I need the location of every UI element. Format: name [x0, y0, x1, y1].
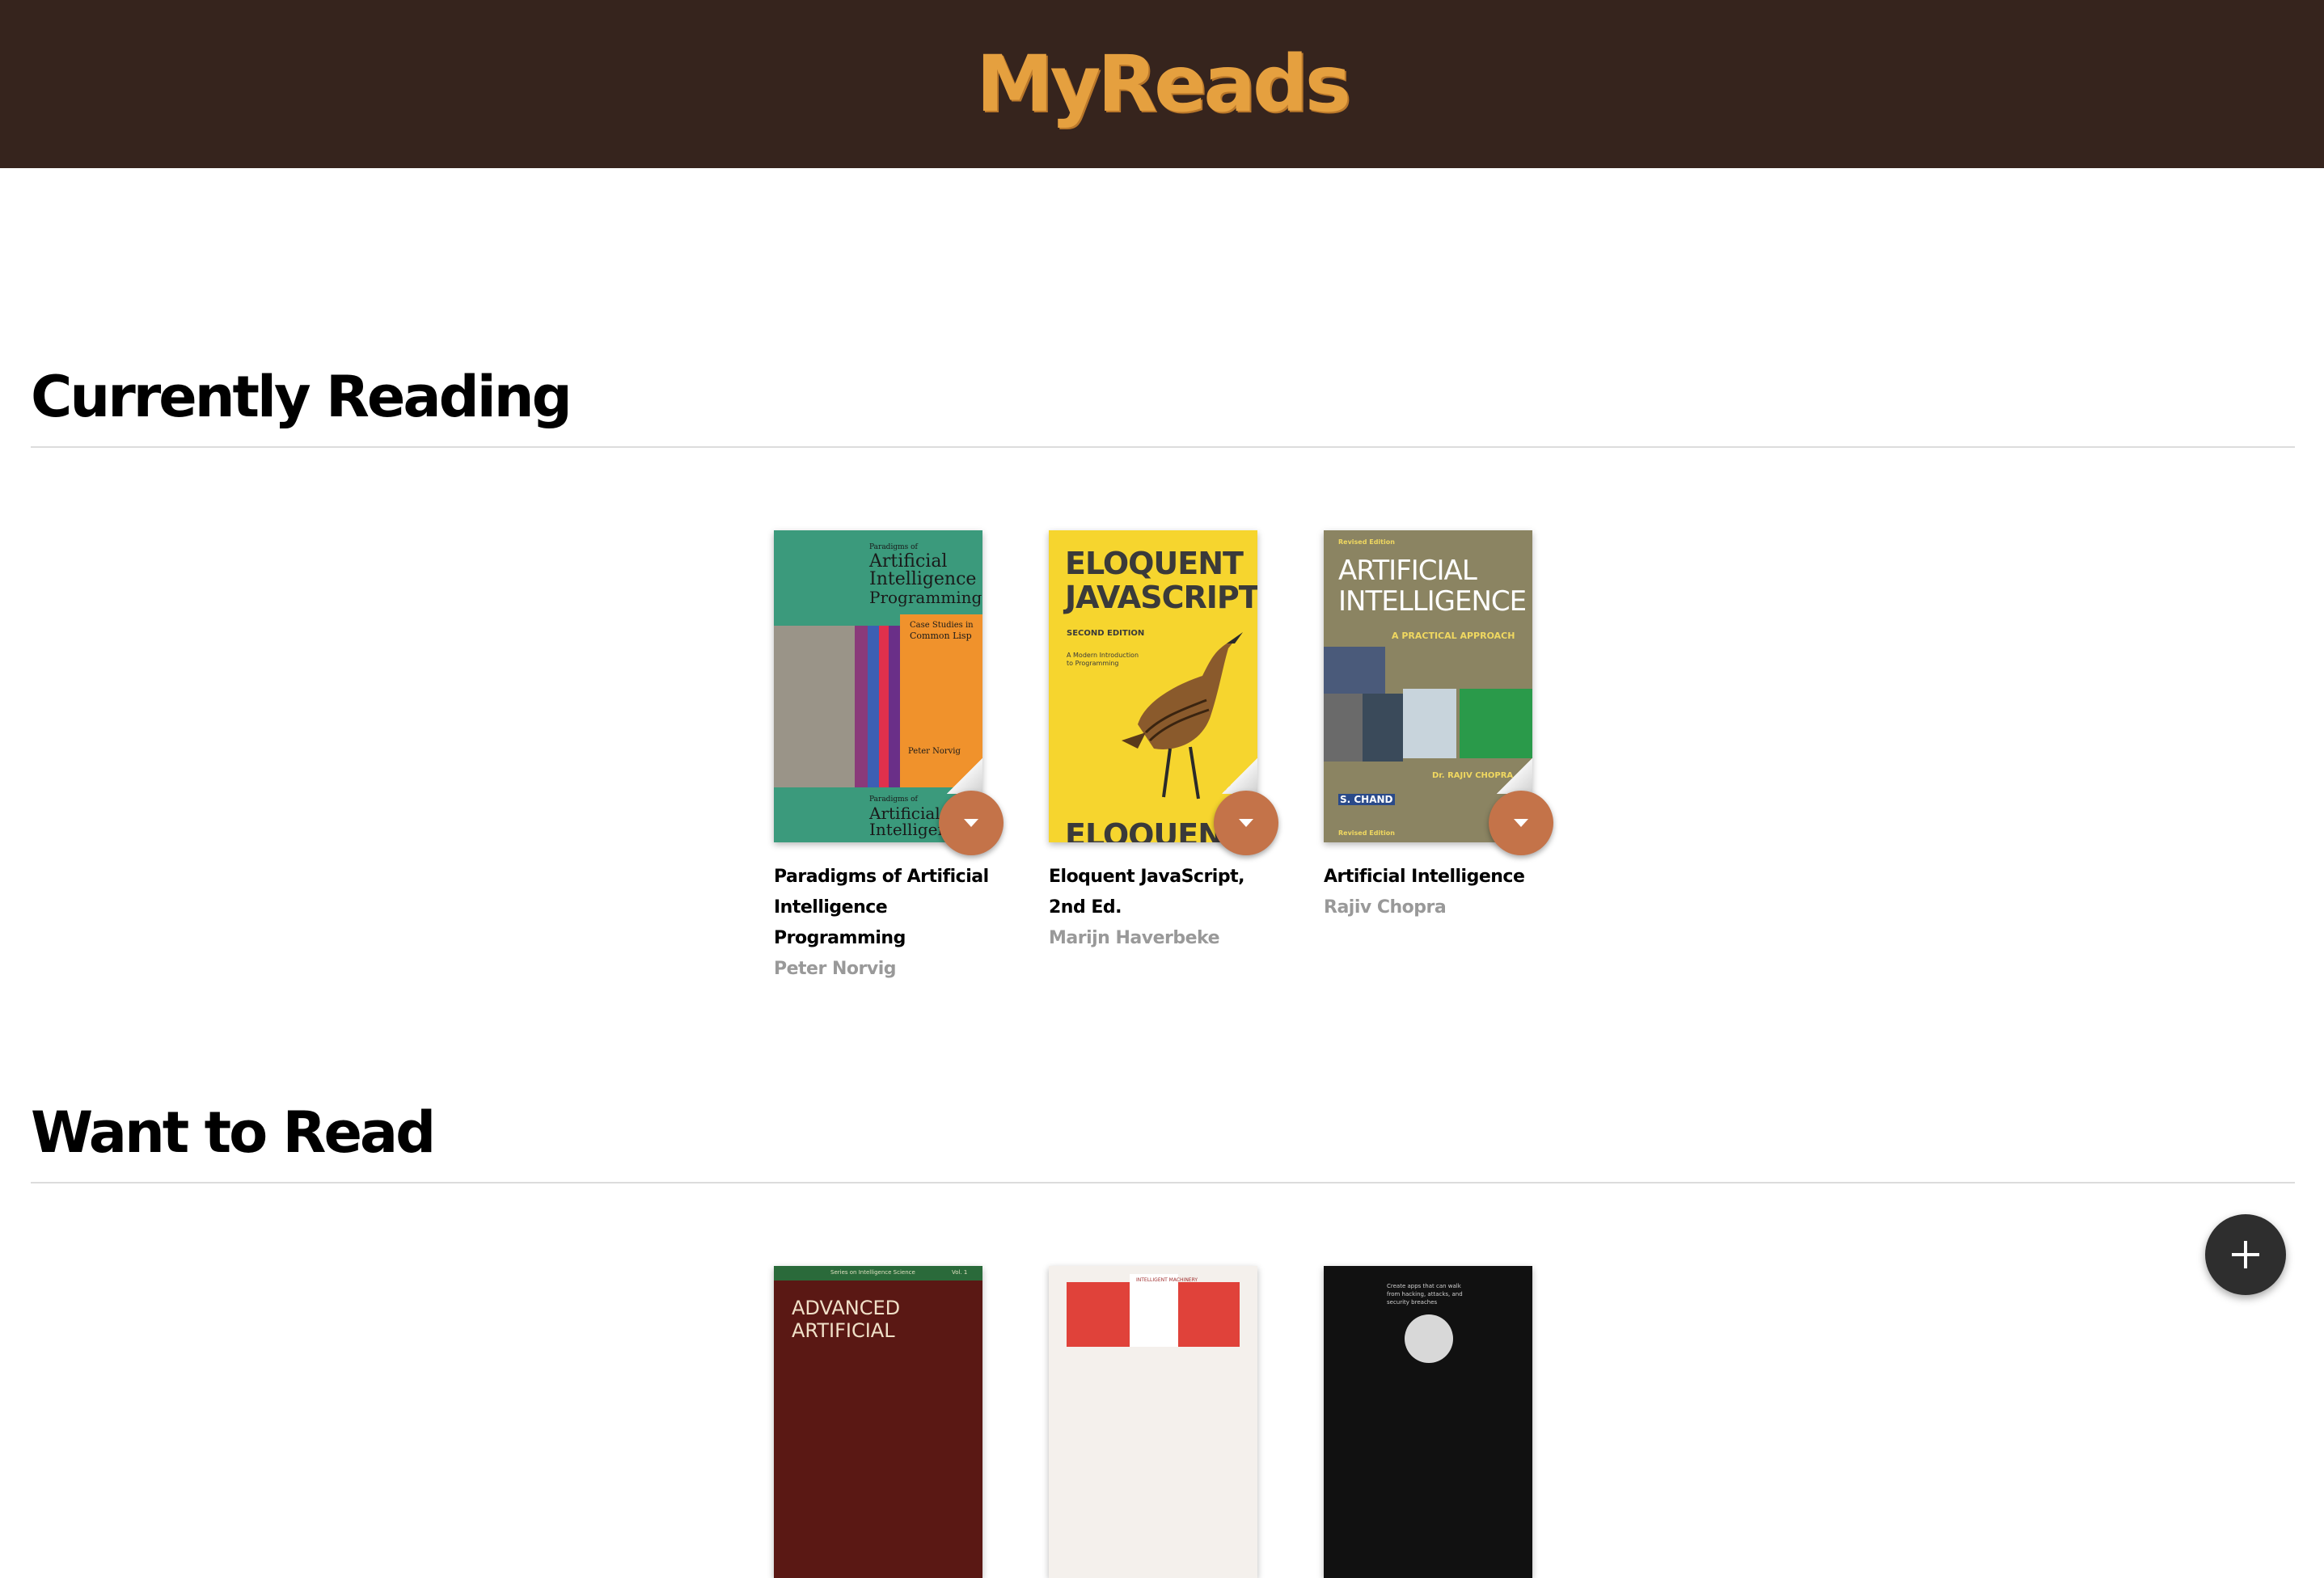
- book-title: Artificial Intelligence: [1324, 867, 1525, 887]
- cover-text: Artificial: [869, 804, 940, 823]
- cover-stripe: [889, 626, 900, 787]
- cover-text: ARTIFICIAL: [792, 1319, 895, 1342]
- book-cover[interactable]: INTELLIGENT MACHINERY: [1049, 1266, 1257, 1578]
- cover-text: Paradigms of: [869, 543, 918, 551]
- book-cover[interactable]: Paradigms of Artificial Intelligence Pro…: [774, 530, 982, 842]
- cover-text: Case Studies in: [910, 621, 974, 630]
- cover-text: Common Lisp: [910, 631, 972, 641]
- cover-text: ELOQUENT: [1065, 546, 1244, 581]
- cover-art-circle: [1405, 1314, 1453, 1363]
- plus-icon: [2232, 1241, 2259, 1268]
- app-title: MyReads: [976, 39, 1351, 129]
- shelf-changer-button[interactable]: [1489, 791, 1553, 855]
- shelf-divider: [31, 1182, 2295, 1184]
- shelf-changer-button[interactable]: [939, 791, 1004, 855]
- book-cover[interactable]: Series on Intelligence Science Vol. 1 AD…: [774, 1266, 982, 1578]
- cover-stripe: [855, 626, 868, 787]
- page-curl: [1222, 758, 1257, 794]
- shelf-divider: [31, 446, 2295, 448]
- shelf-changer-button[interactable]: [1214, 791, 1278, 855]
- cover-stripe: [879, 626, 889, 787]
- cover-text: INTELLIGENT MACHINERY: [1136, 1277, 1198, 1283]
- book-author: Marijn Haverbeke: [1049, 928, 1220, 948]
- caret-down-icon: [964, 819, 978, 827]
- cover-text: Artificial: [869, 551, 948, 572]
- book-info: Artificial Intelligence Rajiv Chopra: [1324, 862, 1558, 923]
- cover-text: Paradigms of: [869, 795, 918, 804]
- cover-photo: [1460, 689, 1532, 758]
- cover-text: Programming:: [869, 588, 982, 607]
- cover-stripe: [868, 626, 879, 787]
- cover-text: Intelligence: [869, 569, 977, 589]
- book-info: Eloquent JavaScript, 2nd Ed. Marijn Have…: [1049, 862, 1283, 954]
- book-cover[interactable]: ELOQUENT JAVASCRIPT SECOND EDITION A Mod…: [1049, 530, 1257, 842]
- cover-text: Create apps that can walk from hacking, …: [1387, 1283, 1463, 1306]
- cover-text: S. CHAND: [1338, 794, 1395, 805]
- cover-text: Peter Norvig: [908, 747, 961, 756]
- cover-text: Revised Edition: [1338, 829, 1395, 837]
- add-book-button[interactable]: [2205, 1214, 2286, 1295]
- book-title: Paradigms of Artificial Intelligence Pro…: [774, 867, 989, 948]
- cover-photo: [1324, 647, 1385, 694]
- shelf-title-want-to-read: Want to Read: [31, 1099, 436, 1166]
- book-title: Eloquent JavaScript, 2nd Ed.: [1049, 867, 1244, 918]
- shelf-title-currently-reading: Currently Reading: [31, 364, 573, 430]
- cover-text: ARTIFICIAL: [1338, 555, 1477, 587]
- cover-text: to Programming: [1067, 660, 1119, 667]
- book-cover[interactable]: Create apps that can walk from hacking, …: [1324, 1266, 1532, 1578]
- caret-down-icon: [1239, 819, 1253, 827]
- cover-photo: [1324, 694, 1363, 762]
- cover-text: Vol. 1: [952, 1269, 968, 1276]
- cover-text: JAVASCRIPT: [1065, 580, 1257, 615]
- cover-text: A PRACTICAL APPROACH: [1392, 631, 1515, 641]
- page-curl: [947, 758, 982, 794]
- cover-art-panel: [1130, 1274, 1178, 1347]
- book-author: Peter Norvig: [774, 959, 897, 979]
- book-cover[interactable]: Revised Edition ARTIFICIAL INTELLIGENCE …: [1324, 530, 1532, 842]
- cover-text: Revised Edition: [1338, 538, 1395, 546]
- page-curl: [1497, 758, 1532, 794]
- cover-text: Series on Intelligence Science: [830, 1269, 915, 1276]
- cover-text: INTELLIGENCE: [1338, 585, 1527, 618]
- book-author: Rajiv Chopra: [1324, 897, 1447, 918]
- book-info: Paradigms of Artificial Intelligence Pro…: [774, 862, 1008, 985]
- caret-down-icon: [1514, 819, 1528, 827]
- cover-photo: [1363, 694, 1403, 762]
- app-header: MyReads: [0, 0, 2324, 168]
- cover-text: ADVANCED: [792, 1297, 901, 1319]
- cover-photo: [1403, 689, 1456, 758]
